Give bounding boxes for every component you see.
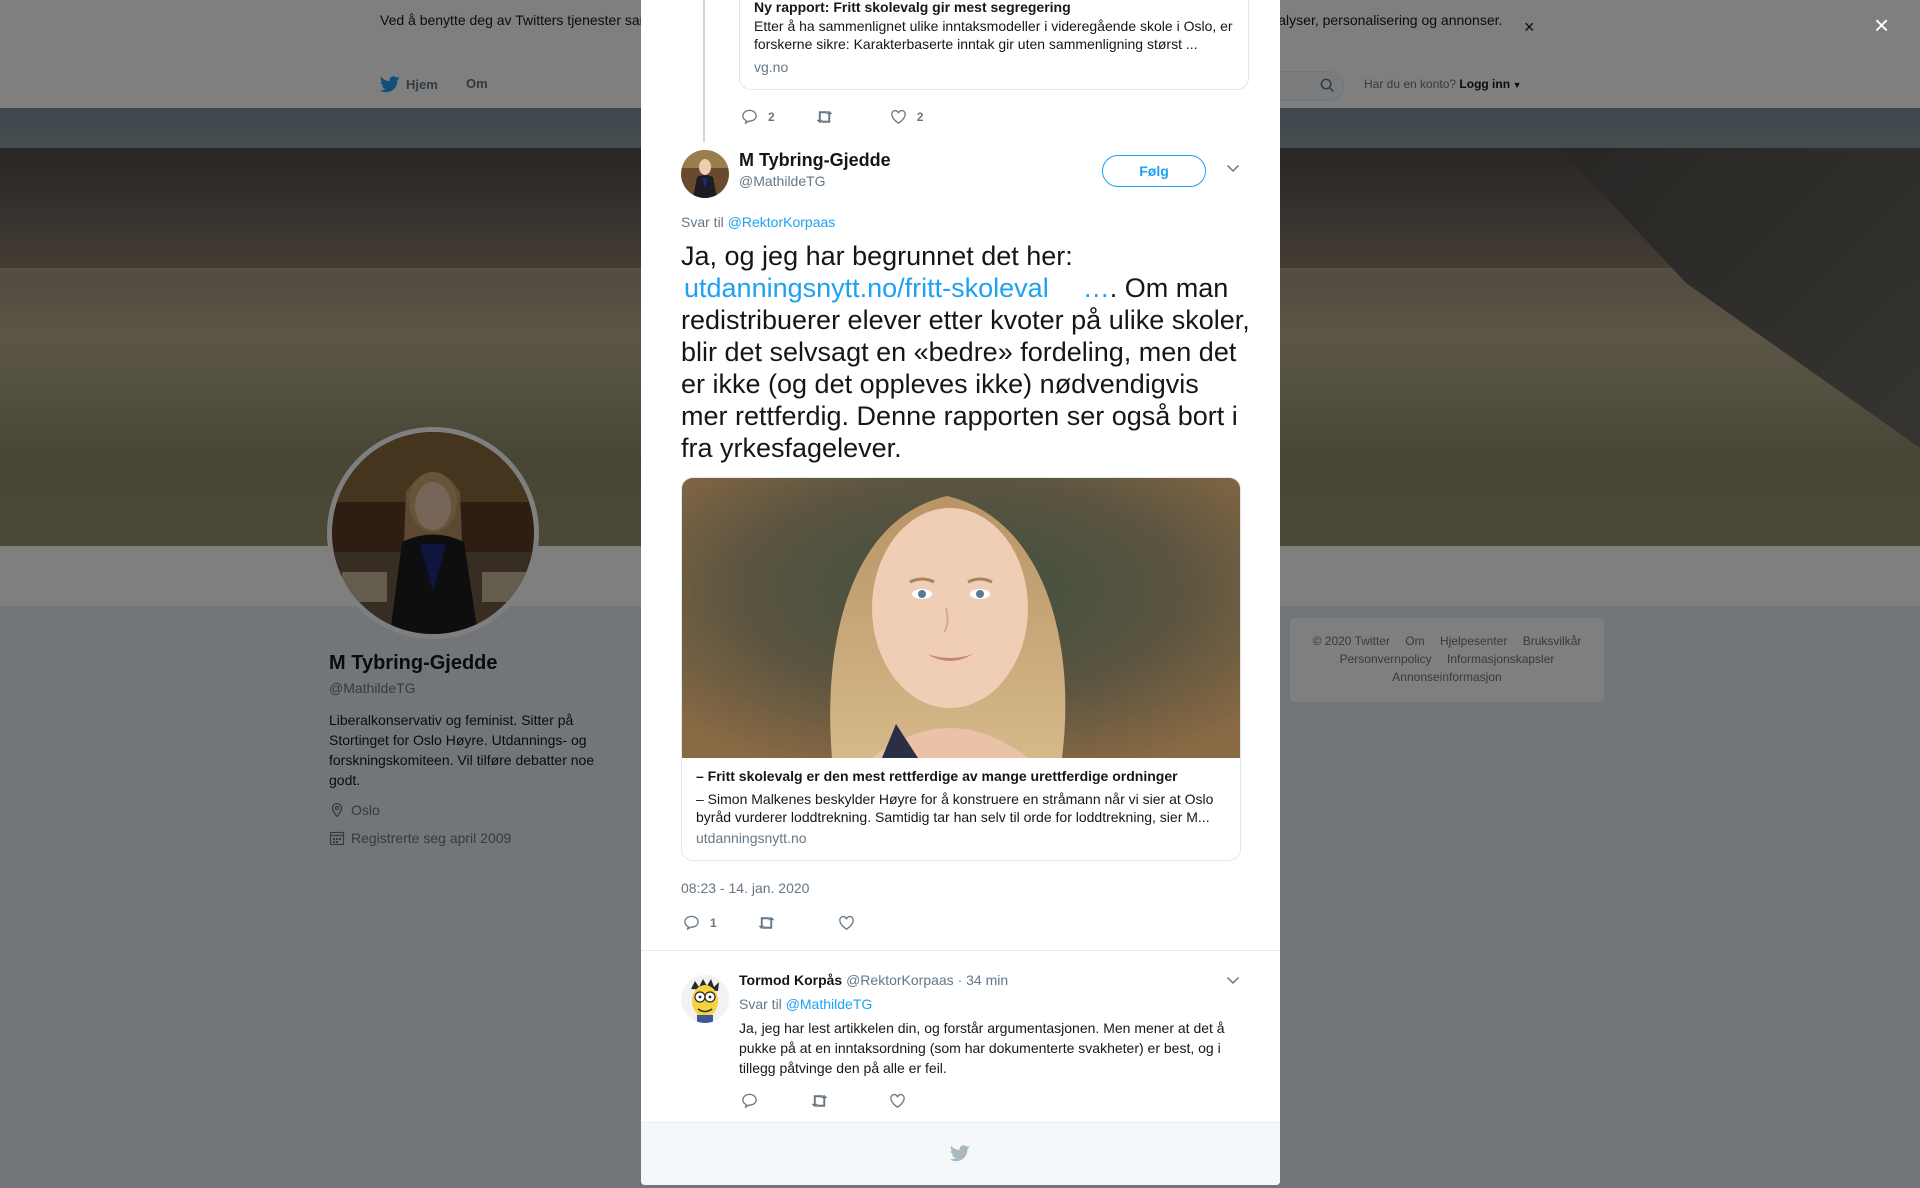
- reply-prefix: Svar til: [739, 996, 782, 1012]
- reply-context: Svar til @RektorKorpaas: [681, 214, 835, 230]
- prev-card-description: Etter å ha sammenlignet ulike inntaksmod…: [754, 18, 1233, 52]
- like-icon: [838, 915, 855, 931]
- prev-retweet-action[interactable]: [815, 109, 834, 125]
- retweet-icon: [815, 109, 834, 125]
- reply-to-link[interactable]: @RektorKorpaas: [728, 214, 836, 230]
- reply-icon: [683, 914, 700, 931]
- thread-line: [703, 0, 705, 142]
- main-tweet-actions: 1: [683, 914, 855, 931]
- prev-tweet-actions: 2 2: [741, 108, 923, 125]
- reply-text: Ja, jeg har lest artikkelen din, og fors…: [739, 1020, 1225, 1076]
- reply-reply-action[interactable]: [741, 1092, 758, 1109]
- reply-author-handle[interactable]: @RektorKorpaas: [846, 972, 954, 988]
- main-like-action[interactable]: [838, 915, 855, 931]
- reply-icon: [741, 108, 758, 125]
- article-card[interactable]: – Fritt skolevalg er den mest rettferdig…: [681, 477, 1241, 861]
- previous-link-card[interactable]: Ny rapport: Fritt skolevalg gir mest seg…: [739, 0, 1249, 90]
- tweet-modal: Ny rapport: Fritt skolevalg gir mest seg…: [641, 0, 1280, 1185]
- modal-footer: [641, 1122, 1280, 1185]
- author-avatar[interactable]: [681, 150, 729, 198]
- reply-to-link[interactable]: @MathildeTG: [786, 996, 873, 1012]
- reply-time[interactable]: · 34 min: [958, 972, 1009, 988]
- prev-like-action[interactable]: 2: [890, 109, 924, 125]
- reply-author: Tormod Korpås @RektorKorpaas · 34 min: [739, 972, 1008, 988]
- close-icon[interactable]: ×: [1874, 12, 1889, 38]
- reply-tweet-actions: [741, 1092, 906, 1109]
- reply-retweet-action[interactable]: [810, 1093, 829, 1109]
- reply-prefix: Svar til: [681, 214, 724, 230]
- like-icon: [890, 109, 907, 125]
- chevron-down-icon[interactable]: [1226, 976, 1240, 985]
- main-reply-action[interactable]: 1: [683, 914, 717, 931]
- tweet-link-ellipsis[interactable]: …: [1083, 273, 1110, 303]
- article-photo: [682, 478, 1240, 758]
- article-card-site: utdanningsnytt.no: [696, 830, 807, 846]
- tweet-timestamp[interactable]: 08:23 - 14. jan. 2020: [681, 880, 809, 896]
- tweet-link[interactable]: utdanningsnytt.no/fritt-skoleval: [684, 273, 1049, 303]
- prev-card-title: Ny rapport: Fritt skolevalg gir mest seg…: [754, 0, 1071, 15]
- reply-author-avatar[interactable]: [681, 975, 729, 1023]
- retweet-icon: [810, 1093, 829, 1109]
- retweet-icon: [757, 915, 776, 931]
- reply-author-name[interactable]: Tormod Korpås: [739, 972, 842, 988]
- article-card-title: – Fritt skolevalg er den mest rettferdig…: [696, 768, 1178, 784]
- reply-context: Svar til @MathildeTG: [739, 996, 872, 1012]
- author-handle[interactable]: @MathildeTG: [739, 173, 826, 189]
- prev-reply-count: 2: [768, 109, 775, 124]
- tweet-text: Ja, og jeg har begrunnet det her: utdann…: [681, 240, 1251, 464]
- author-name[interactable]: M Tybring-Gjedde: [739, 150, 891, 171]
- divider: [641, 950, 1280, 951]
- twitter-bird-icon: [950, 1145, 970, 1162]
- main-retweet-action[interactable]: [757, 915, 776, 931]
- article-card-description: – Simon Malkenes beskylder Høyre for å k…: [696, 791, 1214, 825]
- chevron-down-icon[interactable]: [1226, 164, 1240, 173]
- prev-card-site: vg.no: [754, 59, 789, 75]
- prev-like-count: 2: [916, 109, 924, 124]
- follow-button[interactable]: Følg: [1102, 155, 1206, 187]
- prev-reply-action[interactable]: 2: [741, 108, 775, 125]
- reply-like-action[interactable]: [889, 1093, 906, 1109]
- reply-icon: [741, 1092, 758, 1109]
- tweet-text-part1: Ja, og jeg har begrunnet det her:: [681, 241, 1073, 271]
- like-icon: [889, 1093, 906, 1109]
- main-reply-count: 1: [710, 915, 717, 930]
